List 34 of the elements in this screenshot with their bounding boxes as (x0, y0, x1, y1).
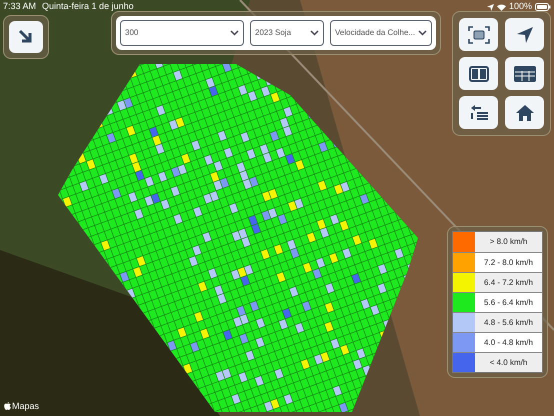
table-button[interactable] (505, 57, 544, 90)
split-view-icon (468, 66, 488, 82)
battery-percentage: 100% (508, 0, 532, 14)
chevron-down-icon (418, 30, 427, 36)
legend-label: 4.8 - 5.6 km/h (475, 313, 542, 332)
battery-icon (535, 3, 551, 11)
arrow-list-icon (468, 104, 488, 122)
filter-dropdown[interactable]: 300 (120, 20, 244, 46)
apple-logo-icon (4, 402, 11, 410)
split-view-button[interactable] (459, 57, 498, 90)
legend-label: > 8.0 km/h (475, 232, 542, 252)
legend-label: 6.4 - 7.2 km/h (475, 273, 542, 292)
status-date: Quinta-feira 1 de junho (42, 0, 134, 14)
location-button[interactable] (505, 18, 544, 51)
map-attribution: Mapas (12, 400, 40, 413)
legend-label: < 4.0 km/h (475, 353, 542, 372)
diagonal-arrow-icon (18, 29, 34, 45)
fit-bounds-button[interactable] (459, 18, 498, 51)
chevron-down-icon (310, 30, 319, 36)
legend-label: 5.6 - 6.4 km/h (475, 293, 542, 312)
legend-label: 4.0 - 4.8 km/h (475, 333, 542, 352)
swap-layers-button[interactable] (459, 96, 498, 129)
chevron-down-icon (230, 30, 239, 36)
home-button[interactable] (505, 96, 544, 129)
status-time: 7:33 AM (3, 0, 36, 14)
home-icon (516, 104, 534, 120)
filter-dropdown[interactable]: 2023 Soja (250, 20, 324, 46)
table-icon (514, 66, 536, 82)
wifi-icon (496, 4, 506, 10)
frame-icon (468, 26, 490, 44)
filter-dropdown[interactable]: Velocidade da Colhe... (330, 20, 432, 46)
collapse-button[interactable] (9, 21, 43, 53)
legend-label: 7.2 - 8.0 km/h (475, 253, 542, 272)
navigation-arrow-icon (516, 26, 534, 44)
